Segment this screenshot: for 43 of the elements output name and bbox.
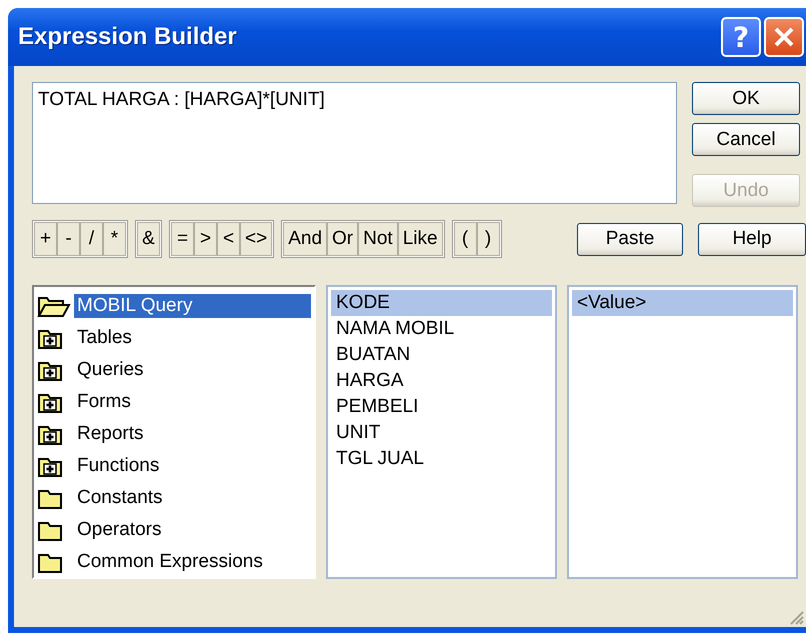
operator-button[interactable]: * xyxy=(103,222,126,256)
list-item[interactable]: HARGA xyxy=(331,368,552,394)
paste-button[interactable]: Paste xyxy=(577,222,683,256)
operator-button[interactable]: Or xyxy=(327,222,358,256)
operator-button[interactable]: = xyxy=(171,222,194,256)
list-item[interactable]: TGL JUAL xyxy=(331,446,552,472)
dialog-button[interactable]: Cancel xyxy=(692,123,800,156)
operator-button[interactable]: > xyxy=(194,222,217,256)
list-item[interactable]: NAMA MOBIL xyxy=(331,316,552,342)
list-item[interactable]: PEMBELI xyxy=(331,394,552,420)
operator-button[interactable]: / xyxy=(80,222,103,256)
window-title: Expression Builder xyxy=(18,23,238,51)
resize-grip-icon[interactable] xyxy=(788,609,804,625)
operator-button[interactable]: ( xyxy=(454,222,477,256)
operator-button[interactable]: + xyxy=(34,222,57,256)
tree-item[interactable]: Functions xyxy=(74,454,162,478)
list-item[interactable]: UNIT xyxy=(331,420,552,446)
help-button[interactable]: Help xyxy=(698,222,806,256)
list-item[interactable]: BUATAN xyxy=(331,342,552,368)
operator-button[interactable]: And xyxy=(283,222,328,256)
dialog-button[interactable]: OK xyxy=(692,82,800,115)
operator-button[interactable]: < xyxy=(217,222,240,256)
operator-button[interactable]: Not xyxy=(358,222,398,256)
operator-button[interactable]: <> xyxy=(240,222,272,256)
close-icon xyxy=(773,26,795,48)
tree-item[interactable]: Constants xyxy=(74,486,166,510)
tree-item[interactable]: Common Expressions xyxy=(74,550,266,574)
tree-item[interactable]: Operators xyxy=(74,518,164,542)
list-item[interactable]: KODE xyxy=(331,290,552,316)
tree-item[interactable]: Queries xyxy=(74,358,147,382)
list-item[interactable]: <Value> xyxy=(572,290,793,316)
open-folder-icon xyxy=(37,294,71,318)
operator-button[interactable]: - xyxy=(57,222,80,256)
tree-item[interactable]: Reports xyxy=(74,422,147,446)
tree-item[interactable]: MOBIL Query xyxy=(74,294,311,318)
tree-item[interactable]: Tables xyxy=(74,326,135,350)
expression-field[interactable]: TOTAL HARGA : [HARGA]*[UNIT] xyxy=(32,82,677,204)
help-button[interactable]: ? xyxy=(721,17,761,57)
operator-button[interactable]: Like xyxy=(398,222,443,256)
operator-button[interactable]: ) xyxy=(476,222,500,256)
tree-item[interactable]: Forms xyxy=(74,390,134,414)
close-button[interactable] xyxy=(764,17,804,57)
operator-button[interactable]: & xyxy=(137,222,160,256)
